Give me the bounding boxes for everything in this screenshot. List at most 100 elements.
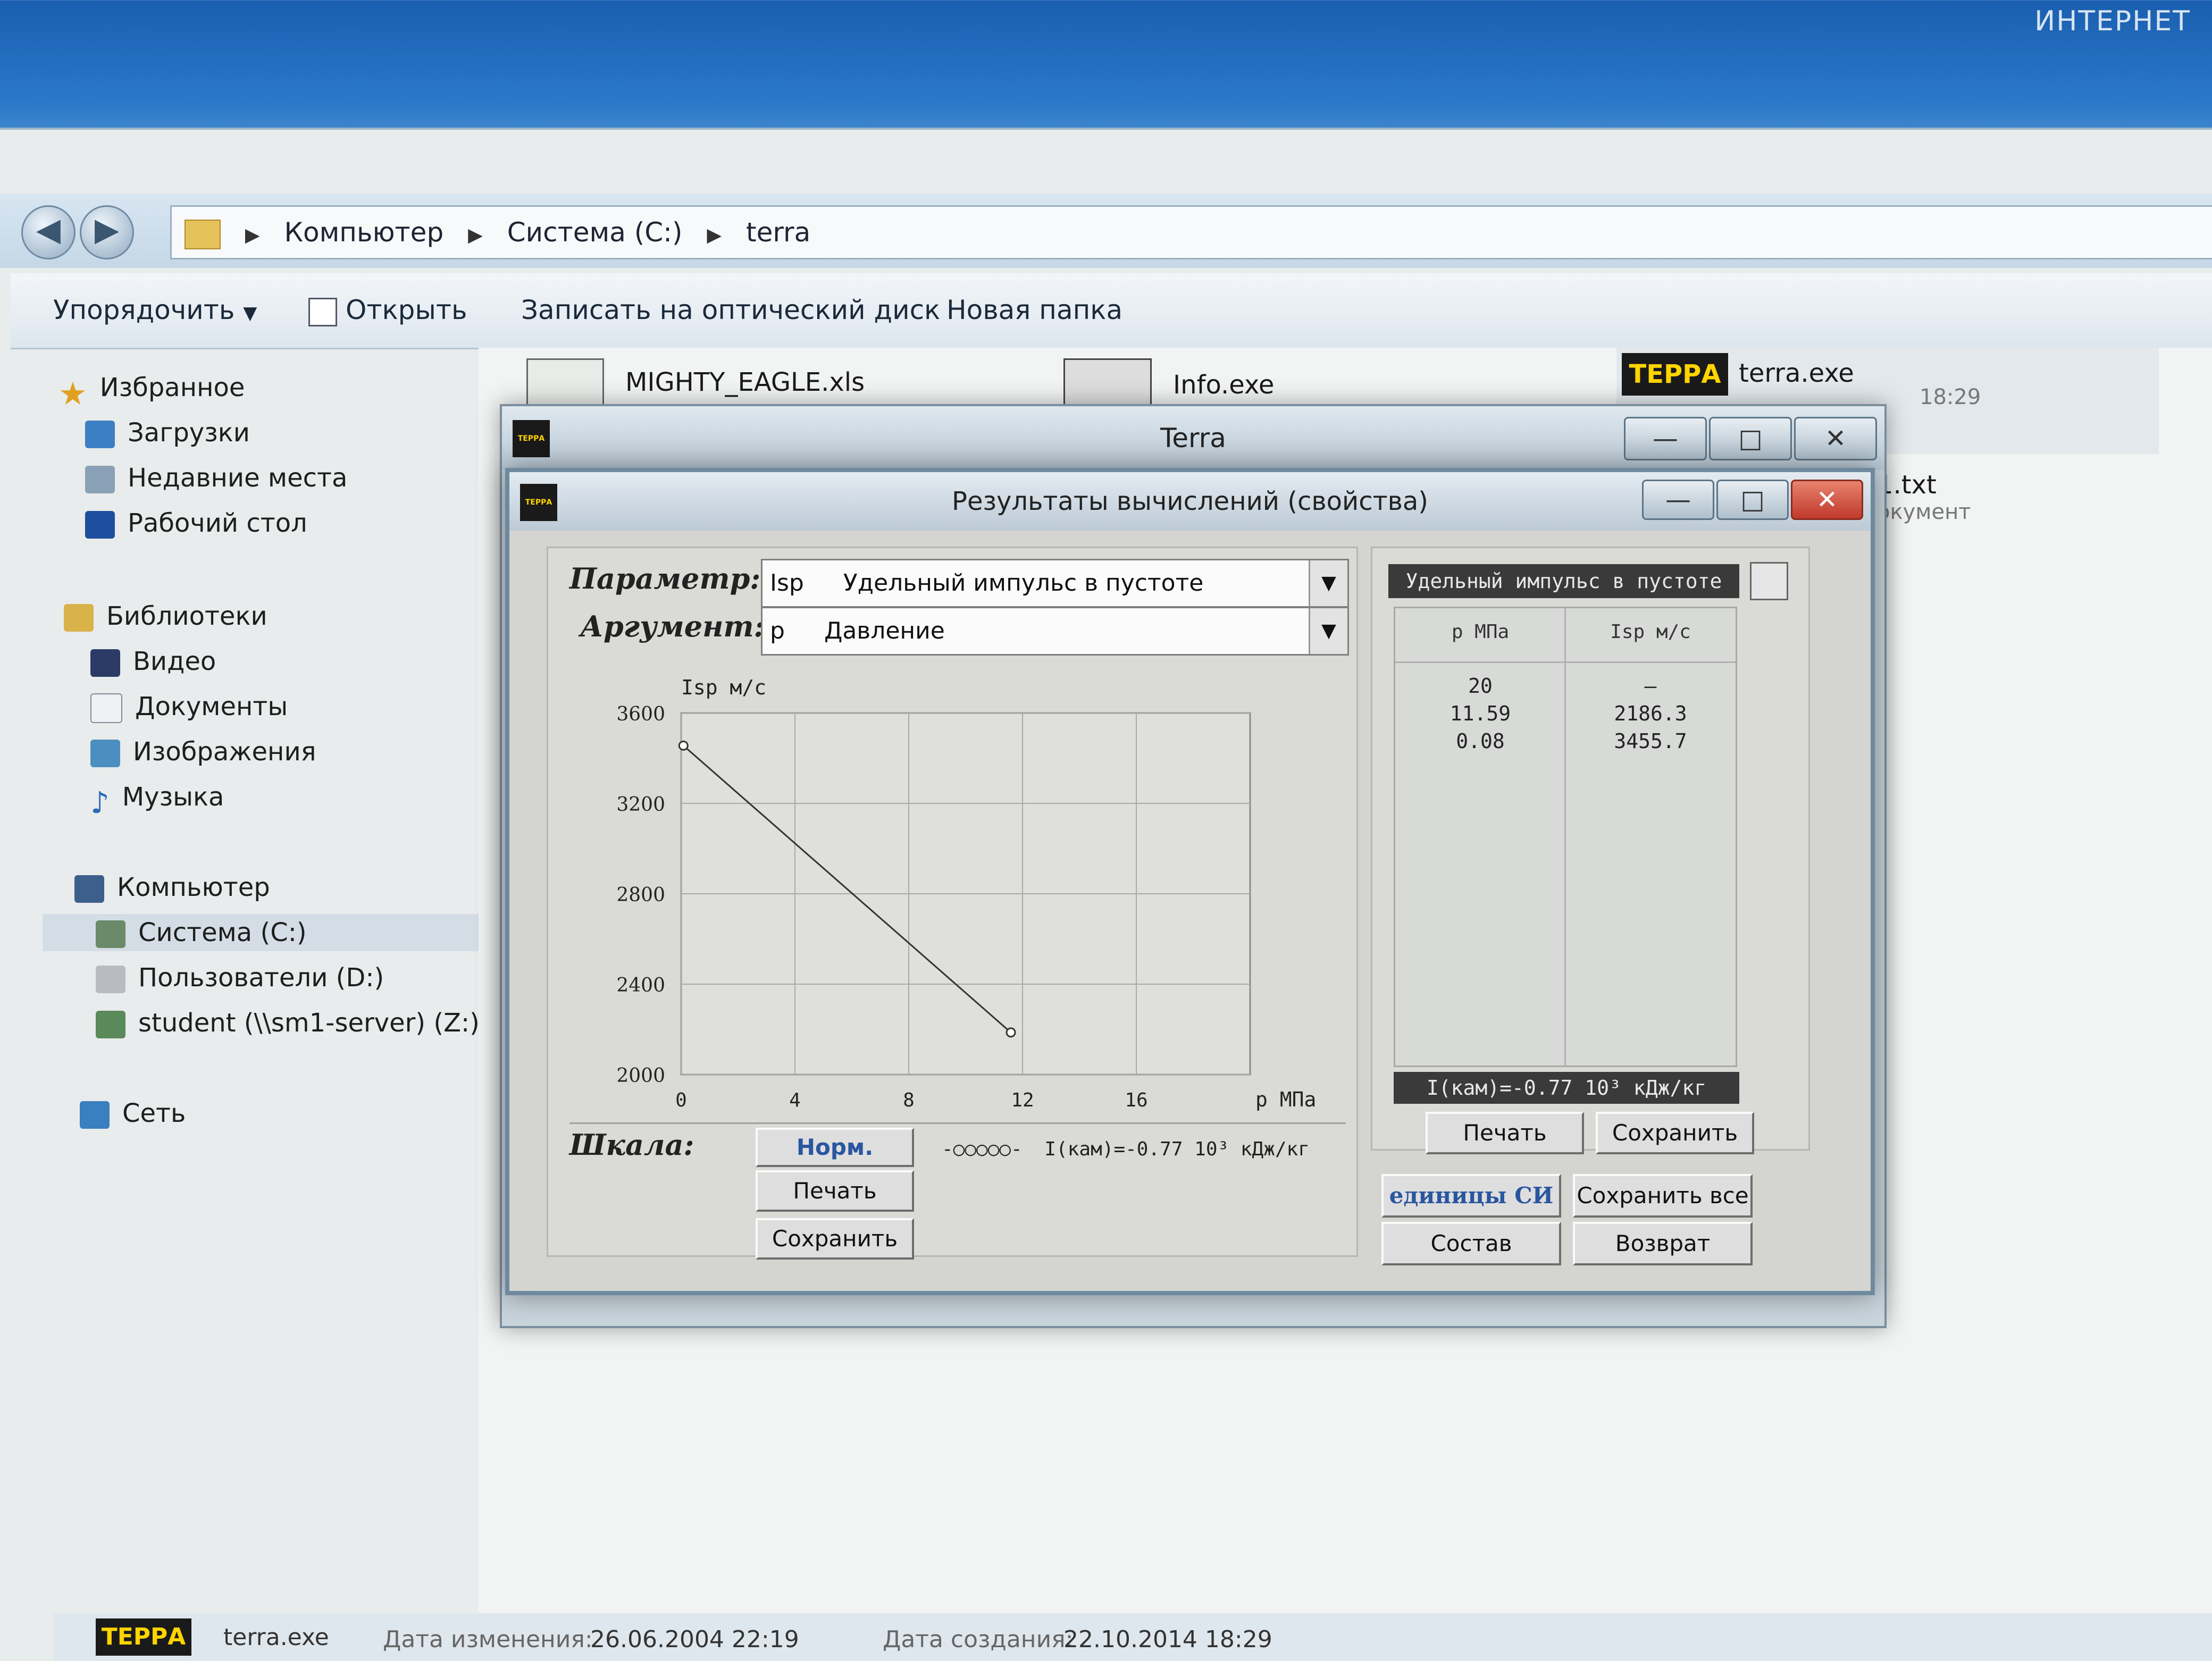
back-button[interactable]: Возврат xyxy=(1573,1222,1753,1265)
chart-save-button[interactable]: Сохранить xyxy=(756,1218,914,1260)
results-dialog: ТЕРРА Результаты вычислений (свойства) —… xyxy=(505,468,1875,1295)
x-tick-label: 16 xyxy=(1125,1089,1147,1111)
chart-legend: -○○○○○- I(кам)=-0.77 10³ кДж/кг xyxy=(942,1138,1310,1160)
x-tick-label: 0 xyxy=(675,1089,687,1111)
terra-logo-icon: ТЕРРА xyxy=(96,1618,191,1656)
argument-label: Аргумент: xyxy=(580,609,765,643)
x-tick-label: 8 xyxy=(903,1089,915,1111)
terra-app-icon: ТЕРРА xyxy=(513,420,550,457)
libraries-icon xyxy=(64,604,94,632)
chevron-down-icon: ▼ xyxy=(1309,608,1347,654)
chevron-down-icon: ▼ xyxy=(1309,560,1347,606)
column-header-isp: Isp м/с xyxy=(1610,621,1691,643)
results-maximize-button[interactable]: □ xyxy=(1716,480,1789,520)
si-units-button[interactable]: единицы СИ xyxy=(1381,1174,1561,1218)
data-point xyxy=(1006,1027,1016,1038)
address-bar[interactable]: ▶ Компьютер ▶ Система (C:) ▶ terra xyxy=(170,205,2212,259)
sidebar-item-recent[interactable]: Недавние места xyxy=(85,459,347,497)
video-icon xyxy=(90,649,120,677)
music-icon: ♪ xyxy=(90,786,110,820)
network-icon xyxy=(80,1101,110,1129)
table-save-button[interactable]: Сохранить xyxy=(1596,1112,1754,1154)
y-tick-label: 3200 xyxy=(616,794,665,816)
status-modified-value: 26.06.2004 22:19 xyxy=(590,1626,799,1653)
navigation-pane: ★ Избранное Загрузки Недавние места Рабоч… xyxy=(32,225,553,1501)
sidebar-item-video[interactable]: Видео xyxy=(90,643,216,680)
sidebar-network[interactable]: Сеть xyxy=(80,1095,186,1132)
table-row: 0.08 xyxy=(1456,729,1505,753)
sidebar-item-desktop[interactable]: Рабочий стол xyxy=(85,505,307,542)
x-tick-label: 12 xyxy=(1011,1089,1034,1111)
argument-select[interactable]: p Давление ▼ xyxy=(761,607,1349,656)
sidebar-item-network-z[interactable]: student (\\sm1-server) (Z:) xyxy=(96,1004,480,1042)
terra-logo-icon: ТЕРРА xyxy=(1622,353,1728,396)
results-close-button[interactable]: ✕ xyxy=(1791,480,1863,520)
terra-title-bar[interactable]: ТЕРРА Terra — □ ✕ xyxy=(502,406,1884,470)
table-row: 20 xyxy=(1468,674,1493,698)
breadcrumb-system-c[interactable]: Система (C:) xyxy=(507,217,683,248)
y-tick-label: 3600 xyxy=(616,703,665,725)
images-icon xyxy=(90,740,120,767)
status-filename: terra.exe xyxy=(223,1624,329,1651)
table-row: 2186.3 xyxy=(1614,702,1687,725)
table-section: Удельный импульс в пустоте p МПа Isp м/с… xyxy=(1371,547,1810,1154)
legend-text: I(кам)=-0.77 10³ кДж/кг xyxy=(1044,1138,1310,1160)
sidebar-item-users-d[interactable]: Пользователи (D:) xyxy=(96,959,384,996)
status-created-label: Дата создания: xyxy=(883,1626,1074,1653)
status-modified-label: Дата изменения: xyxy=(383,1626,593,1653)
parameter-select[interactable]: Isp Удельный импульс в пустоте ▼ xyxy=(761,559,1349,608)
results-title: Результаты вычислений (свойства) xyxy=(952,486,1428,516)
results-minimize-button[interactable]: — xyxy=(1642,480,1714,520)
drive-c-icon xyxy=(96,920,125,948)
sidebar-favorites[interactable]: ★ Избранное xyxy=(58,369,245,413)
chart-print-button[interactable]: Печать xyxy=(756,1170,914,1212)
y-axis-label: Isp м/с xyxy=(681,676,766,699)
sidebar-item-downloads[interactable]: Загрузки xyxy=(85,414,250,451)
chart-panel: Параметр: Isp Удельный импульс в пустоте… xyxy=(547,547,1358,1260)
x-tick-label: 4 xyxy=(789,1089,801,1111)
column-header-pressure: p МПа xyxy=(1451,621,1510,643)
documents-icon xyxy=(90,693,122,723)
sidebar-item-images[interactable]: Изображения xyxy=(90,733,316,770)
composition-button[interactable]: Состав xyxy=(1381,1222,1561,1265)
sidebar-libraries[interactable]: Библиотеки xyxy=(64,598,267,635)
table-title: Удельный импульс в пустоте xyxy=(1388,564,1739,598)
status-created-value: 22.10.2014 18:29 xyxy=(1063,1626,1272,1653)
star-icon: ★ xyxy=(58,375,87,413)
results-title-bar[interactable]: ТЕРРА Результаты вычислений (свойства) —… xyxy=(509,472,1871,531)
file-1-txt[interactable]: 1.txt окумент xyxy=(1877,470,1971,524)
norm-scale-button[interactable]: Норм. xyxy=(756,1128,914,1167)
drive-d-icon xyxy=(96,966,125,993)
internet-zone-label: ИНТЕРНЕТ xyxy=(2034,5,2191,37)
terra-minimize-button[interactable]: — xyxy=(1624,417,1707,460)
parameter-label: Параметр: xyxy=(569,561,761,595)
terra-maximize-button[interactable]: □ xyxy=(1709,417,1792,460)
sidebar-computer[interactable]: Компьютер xyxy=(74,869,270,906)
terra-close-button[interactable]: ✕ xyxy=(1794,417,1877,460)
chamber-enthalpy-label: I(кам)=-0.77 10³ кДж/кг xyxy=(1394,1072,1739,1104)
y-tick-label: 2800 xyxy=(616,884,665,906)
recent-places-icon xyxy=(85,466,115,493)
sidebar-item-music[interactable]: ♪ Музыка xyxy=(90,778,224,820)
file-mighty-eagle[interactable]: MIGHTY_EAGLE.xls xyxy=(526,358,865,409)
sidebar-item-documents[interactable]: Документы xyxy=(90,688,288,725)
excel-file-icon xyxy=(526,358,604,409)
legend-marker: -○○○○○- xyxy=(942,1138,1023,1160)
new-folder-button[interactable]: Новая папка xyxy=(946,295,1122,325)
table-row: – xyxy=(1644,674,1657,698)
desktop-icon xyxy=(85,511,115,539)
table-print-button[interactable]: Печать xyxy=(1426,1112,1584,1154)
sidebar-item-system-c[interactable]: Система (C:) xyxy=(43,914,553,951)
y-tick-label: 2400 xyxy=(616,975,665,996)
table-row: 3455.7 xyxy=(1614,729,1687,753)
terra-app-icon: ТЕРРА xyxy=(520,484,557,521)
burn-disc-button[interactable]: Записать на оптический диск xyxy=(521,295,940,325)
scale-label: Шкала: xyxy=(569,1128,694,1162)
save-all-button[interactable]: Сохранить все xyxy=(1573,1174,1753,1218)
network-drive-icon xyxy=(96,1011,125,1038)
copy-icon[interactable] xyxy=(1750,562,1788,600)
table-row: 11.59 xyxy=(1449,702,1511,725)
divider xyxy=(569,1122,1346,1124)
details-pane: ТЕРРА terra.exe Дата изменения: 26.06.20… xyxy=(53,1613,2212,1661)
breadcrumb-terra[interactable]: terra xyxy=(746,217,810,248)
